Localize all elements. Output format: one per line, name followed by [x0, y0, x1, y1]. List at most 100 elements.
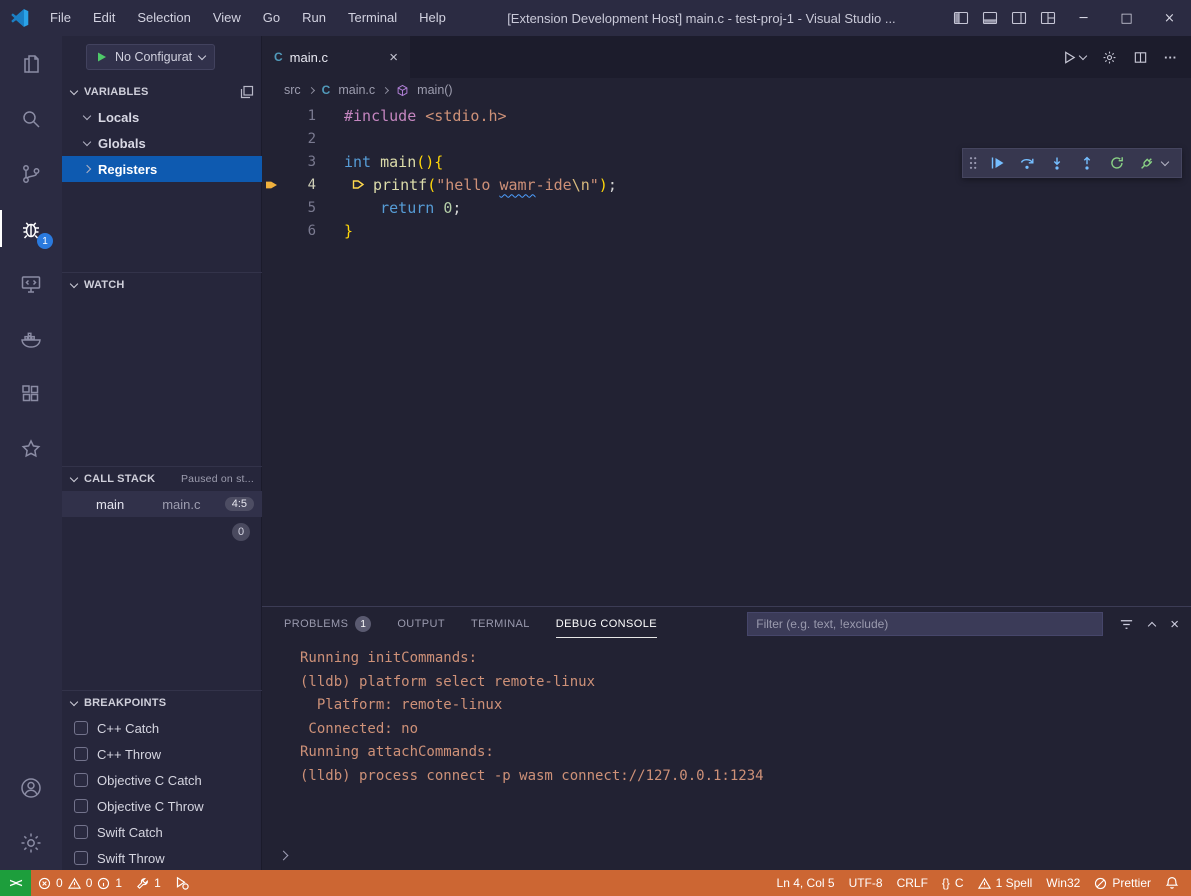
breakpoint-row[interactable]: C++ Catch [62, 715, 262, 741]
current-line-arrow-icon[interactable] [262, 179, 280, 191]
breakpoint-row[interactable]: Swift Catch [62, 819, 262, 845]
variables-header[interactable]: VARIABLES [62, 80, 262, 104]
call-stack-header[interactable]: CALL STACK Paused on st... [62, 467, 262, 491]
breakpoint-row[interactable]: Swift Throw [62, 845, 262, 871]
disconnect-button[interactable] [1134, 150, 1160, 176]
checkbox[interactable] [74, 747, 88, 761]
spell-indicator[interactable]: 1 Spell [971, 870, 1040, 896]
code-editor[interactable]: 1 #include <stdio.h> 2 3 int main(){ [262, 102, 1191, 606]
menu-help[interactable]: Help [408, 0, 457, 36]
tools-indicator[interactable]: 1 [129, 870, 168, 896]
tree-item-locals[interactable]: Locals [62, 104, 262, 130]
prettier-indicator[interactable]: Prettier [1087, 870, 1158, 896]
toggle-secondary-sidebar-icon[interactable] [1004, 0, 1033, 36]
menu-run[interactable]: Run [291, 0, 337, 36]
call-stack-title: CALL STACK [84, 473, 155, 485]
remote-indicator[interactable]: >< [0, 870, 31, 896]
menu-file[interactable]: File [39, 0, 82, 36]
checkbox[interactable] [74, 799, 88, 813]
minimize-button[interactable]: ─ [1062, 0, 1105, 36]
tree-item-registers[interactable]: Registers [62, 156, 262, 182]
drag-handle-icon[interactable] [969, 156, 977, 170]
breakpoint-label: Swift Throw [97, 851, 165, 866]
notifications-bell[interactable] [1158, 870, 1191, 896]
views-icon[interactable] [240, 85, 254, 99]
debug-session-chevron-icon[interactable] [1161, 157, 1169, 165]
filter-icon[interactable] [1119, 617, 1134, 632]
breakpoint-row[interactable]: C++ Throw [62, 741, 262, 767]
menu-edit[interactable]: Edit [82, 0, 126, 36]
close-panel-icon[interactable]: × [1170, 616, 1179, 633]
tab-main-c[interactable]: C main.c × [262, 36, 410, 78]
run-and-debug-icon[interactable]: 1 [0, 201, 62, 256]
breakpoint-row[interactable]: Objective C Throw [62, 793, 262, 819]
editor-settings-icon[interactable] [1102, 50, 1117, 65]
menu-go[interactable]: Go [252, 0, 291, 36]
run-or-debug-button[interactable] [1062, 50, 1086, 65]
code-line: 2 [262, 127, 1191, 150]
step-out-button[interactable] [1074, 150, 1100, 176]
watch-header[interactable]: WATCH [62, 273, 262, 297]
breakpoint-row[interactable]: Objective C Catch [62, 767, 262, 793]
continue-button[interactable] [984, 150, 1010, 176]
tab-close-icon[interactable]: × [389, 49, 398, 66]
code-token: ) [599, 176, 608, 194]
more-actions-icon[interactable]: ··· [1164, 50, 1177, 65]
source-control-icon[interactable] [0, 146, 62, 201]
cursor-position[interactable]: Ln 4, Col 5 [770, 870, 842, 896]
explorer-icon[interactable] [0, 36, 62, 91]
toggle-sidebar-icon[interactable] [946, 0, 975, 36]
tab-output[interactable]: OUTPUT [397, 618, 445, 630]
breadcrumb-folder[interactable]: src [284, 83, 301, 97]
extensions-icon[interactable] [0, 366, 62, 421]
eol-indicator[interactable]: CRLF [890, 870, 935, 896]
platform-indicator[interactable]: Win32 [1039, 870, 1087, 896]
tab-problems[interactable]: PROBLEMS 1 [284, 616, 371, 632]
checkbox[interactable] [74, 721, 88, 735]
maximize-button[interactable]: □ [1105, 0, 1148, 36]
paused-status: Paused on st... [181, 473, 254, 485]
restart-button[interactable] [1104, 150, 1130, 176]
code-token: ( [427, 176, 436, 194]
tree-item-globals[interactable]: Globals [62, 130, 262, 156]
toggle-panel-icon[interactable] [975, 0, 1004, 36]
debug-config-dropdown[interactable]: No Configurat [86, 44, 215, 70]
chevron-down-icon [1079, 51, 1087, 59]
start-debug-icon[interactable] [96, 51, 108, 63]
inline-breakpoint-icon[interactable] [352, 178, 365, 191]
console-filter-input[interactable] [747, 612, 1103, 636]
star-icon[interactable] [0, 421, 62, 476]
customize-layout-icon[interactable] [1033, 0, 1062, 36]
checkbox[interactable] [74, 851, 88, 865]
search-icon[interactable] [0, 91, 62, 146]
docker-icon[interactable] [0, 311, 62, 366]
menu-view[interactable]: View [202, 0, 252, 36]
breadcrumb-file[interactable]: main.c [338, 83, 375, 97]
breakpoints-header[interactable]: BREAKPOINTS [62, 691, 262, 715]
tab-terminal[interactable]: TERMINAL [471, 618, 530, 630]
debug-status-indicator[interactable] [168, 870, 196, 896]
menu-terminal[interactable]: Terminal [337, 0, 408, 36]
close-button[interactable]: × [1148, 0, 1191, 36]
tree-item-label: Registers [98, 162, 157, 177]
console-input-prompt[interactable] [280, 847, 287, 862]
problems-indicator[interactable]: 0 0 1 [31, 870, 129, 896]
language-indicator[interactable]: {} C [935, 870, 971, 896]
maximize-panel-icon[interactable] [1148, 621, 1156, 629]
code-token: (){ [416, 153, 443, 171]
menu-selection[interactable]: Selection [126, 0, 201, 36]
remote-explorer-icon[interactable] [0, 256, 62, 311]
accounts-icon[interactable] [0, 760, 62, 815]
stack-frame-row[interactable]: main main.c 4:5 [62, 491, 262, 517]
tab-debug-console[interactable]: DEBUG CONSOLE [556, 618, 657, 630]
breadcrumb-symbol[interactable]: main() [417, 83, 452, 97]
checkbox[interactable] [74, 773, 88, 787]
step-over-button[interactable] [1014, 150, 1040, 176]
split-editor-icon[interactable] [1133, 50, 1148, 65]
settings-gear-icon[interactable] [0, 815, 62, 870]
checkbox[interactable] [74, 825, 88, 839]
console-line: Running initCommands: [300, 647, 1191, 671]
encoding-indicator[interactable]: UTF-8 [842, 870, 890, 896]
step-into-button[interactable] [1044, 150, 1070, 176]
debug-console-output[interactable]: Running initCommands: (lldb) platform se… [262, 641, 1191, 788]
